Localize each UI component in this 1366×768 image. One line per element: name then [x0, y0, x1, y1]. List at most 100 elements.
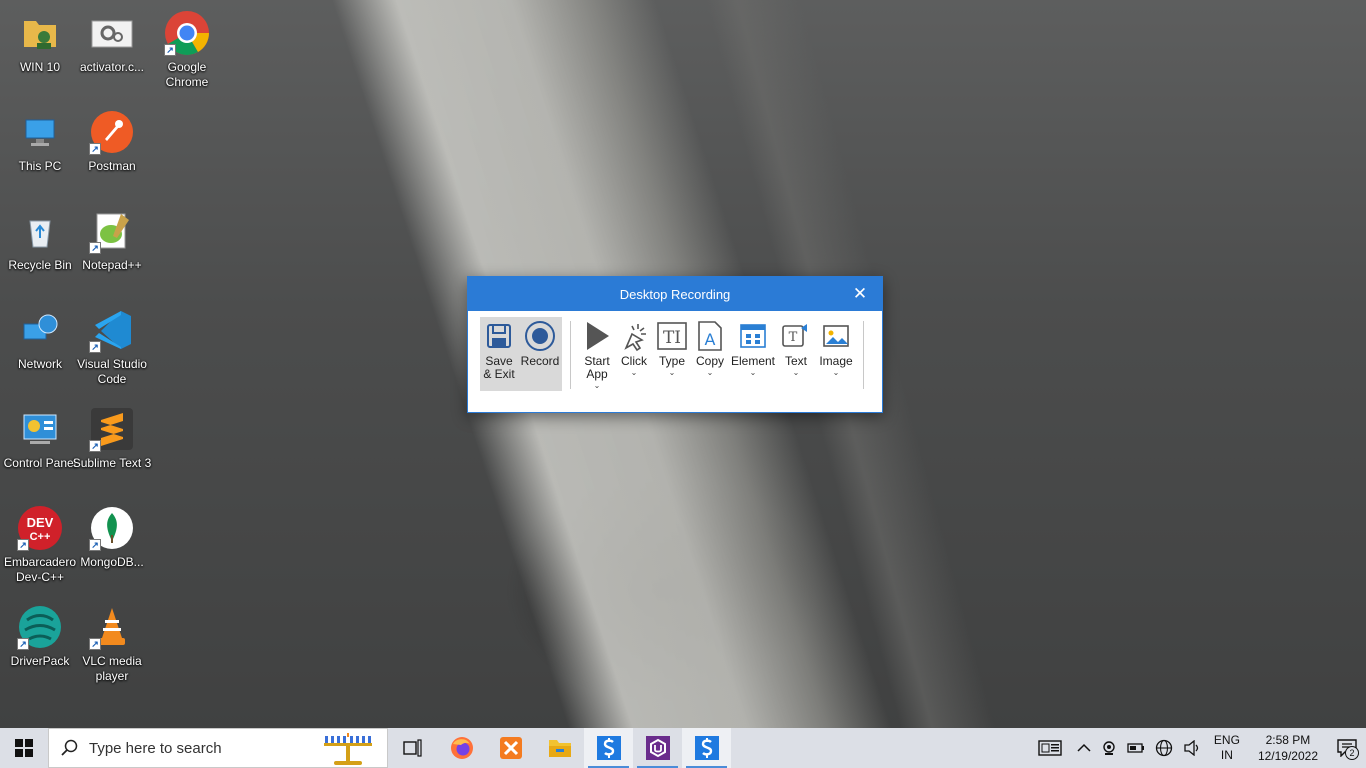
desktop-icon-label: Embarcadero Dev-C++	[3, 555, 77, 584]
element-button[interactable]: Element ⌄	[729, 317, 777, 391]
text-extract-icon: T	[780, 319, 812, 353]
folder-user-icon	[17, 10, 63, 56]
desktop-icon-dev-cpp[interactable]: DEV C++ ↗ Embarcadero Dev-C++	[0, 499, 80, 591]
notification-center-button[interactable]: 2	[1328, 728, 1366, 768]
desktop-icon-label: WIN 10	[19, 60, 60, 74]
text-button[interactable]: T Text ⌄	[777, 317, 815, 391]
taskbar-file-explorer[interactable]	[535, 728, 584, 768]
svg-text:A: A	[705, 330, 716, 349]
desktop-icon-this-pc[interactable]: This PC	[0, 103, 80, 195]
desktop-icon-label: Sublime Text 3	[72, 456, 152, 470]
chevron-down-icon: ⌄	[749, 368, 757, 377]
taskbar-firefox[interactable]	[437, 728, 486, 768]
text-label: Text	[784, 354, 807, 368]
save-exit-label: Save & Exit	[483, 354, 515, 381]
type-button[interactable]: TI Type ⌄	[653, 317, 691, 391]
image-label: Image	[819, 354, 853, 368]
window-title: Desktop Recording	[619, 286, 731, 302]
chrome-icon: ↗	[164, 10, 210, 56]
save-exit-button[interactable]: Save & Exit	[480, 317, 518, 391]
webcam-icon	[1103, 741, 1115, 755]
meet-now-button[interactable]	[1096, 728, 1122, 768]
network-indicator[interactable]	[1150, 728, 1178, 768]
clock[interactable]: 2:58 PM 12/19/2022	[1248, 728, 1328, 768]
copy-document-icon: A	[694, 319, 726, 353]
show-hidden-icons-button[interactable]	[1072, 728, 1096, 768]
svg-text:DEV: DEV	[27, 515, 54, 530]
taskbar-uipath-studio-2[interactable]	[682, 728, 731, 768]
notepadpp-icon: ↗	[89, 208, 135, 254]
svg-text:TI: TI	[663, 328, 681, 348]
news-widget-button[interactable]	[1028, 728, 1072, 768]
image-button[interactable]: Image ⌄	[815, 317, 857, 391]
vlc-icon: ↗	[89, 604, 135, 650]
sublime-text-icon: ↗	[89, 406, 135, 452]
battery-indicator[interactable]	[1122, 728, 1150, 768]
desktop-icon-network[interactable]: Network	[0, 301, 80, 393]
control-panel-icon	[17, 406, 63, 452]
desktop-icon-recycle-bin[interactable]: Recycle Bin	[0, 202, 80, 294]
desktop-icon-label: Control Panel	[3, 456, 77, 470]
system-tray: ENG IN 2:58 PM 12/19/2022 2	[1028, 728, 1366, 768]
toolbar-separator	[570, 321, 571, 389]
desktop-icon-postman[interactable]: ↗ Postman	[72, 103, 152, 195]
desktop-icon-label: Network	[17, 357, 62, 371]
speaker-icon	[1184, 740, 1199, 756]
desktop-icon-win10[interactable]: WIN 10	[0, 4, 80, 96]
news-icon	[1038, 740, 1062, 756]
volume-button[interactable]	[1178, 728, 1206, 768]
copy-button[interactable]: A Copy ⌄	[691, 317, 729, 391]
desktop-icon-chrome[interactable]: ↗ Google Chrome	[147, 4, 227, 96]
cursor-click-icon	[618, 319, 650, 353]
desktop-icon-label: DriverPack	[10, 654, 70, 668]
chevron-down-icon: ⌄	[832, 368, 840, 377]
record-label: Record	[520, 354, 560, 368]
start-app-label: Start App	[584, 354, 610, 381]
start-button[interactable]	[0, 728, 48, 768]
start-app-button[interactable]: Start App ⌄	[579, 317, 615, 391]
taskbar-uipath-assistant[interactable]	[633, 728, 682, 768]
uipath-studio-icon	[694, 736, 719, 760]
save-icon	[483, 319, 515, 353]
windows-logo-icon	[15, 739, 33, 757]
uipath-assistant-icon	[645, 736, 670, 760]
recording-toolbar: Save & Exit Record Start App ⌄ Click ⌄ T…	[468, 311, 882, 393]
click-label: Click	[621, 354, 647, 368]
desktop-icon-label: This PC	[18, 159, 62, 173]
recycle-bin-icon	[17, 208, 63, 254]
task-view-button[interactable]	[388, 728, 437, 768]
menorah-icon[interactable]	[319, 733, 377, 768]
desktop-icon-activator[interactable]: activator.c...	[72, 4, 152, 96]
taskbar-search-input[interactable]: Type here to search	[48, 728, 388, 768]
driverpack-icon: ↗	[17, 604, 63, 650]
close-button[interactable]: ✕	[848, 283, 872, 305]
record-button[interactable]: Record	[518, 317, 562, 391]
desktop-recording-window: Desktop Recording ✕ Save & Exit Record S…	[467, 276, 883, 413]
chevron-down-icon: ⌄	[593, 381, 601, 390]
desktop-icon-control-panel[interactable]: Control Panel	[0, 400, 80, 492]
task-view-icon	[402, 739, 422, 757]
desktop-icon-sublime[interactable]: ↗ Sublime Text 3	[72, 400, 152, 492]
desktop-icon-area: WIN 10 This PC Recycle Bin Network Contr…	[0, 0, 209, 700]
desktop-icon-driverpack[interactable]: ↗ DriverPack	[0, 598, 80, 690]
settings-file-icon	[89, 10, 135, 56]
language-region: IN	[1220, 748, 1233, 762]
element-grid-icon	[737, 319, 769, 353]
uipath-studio-icon	[596, 736, 621, 760]
desktop-icon-vlc[interactable]: ↗ VLC media player	[72, 598, 152, 690]
desktop-icon-label: VLC media player	[82, 654, 142, 683]
copy-label: Copy	[695, 354, 724, 368]
window-titlebar[interactable]: Desktop Recording ✕	[468, 277, 882, 311]
desktop-icon-vscode[interactable]: ↗ Visual Studio Code	[72, 301, 152, 393]
play-icon	[581, 319, 613, 353]
click-button[interactable]: Click ⌄	[615, 317, 653, 391]
folder-icon	[548, 740, 571, 757]
svg-text:C++: C++	[30, 531, 51, 543]
desktop-icon-mongodb[interactable]: ↗ MongoDB...	[72, 499, 152, 591]
desktop-icon-notepadpp[interactable]: ↗ Notepad++	[72, 202, 152, 294]
chevron-down-icon: ⌄	[668, 368, 676, 377]
language-indicator[interactable]: ENG IN	[1206, 728, 1248, 768]
chevron-down-icon: ⌄	[630, 368, 638, 377]
taskbar-uipath-studio-1[interactable]	[584, 728, 633, 768]
taskbar-xampp[interactable]	[486, 728, 535, 768]
